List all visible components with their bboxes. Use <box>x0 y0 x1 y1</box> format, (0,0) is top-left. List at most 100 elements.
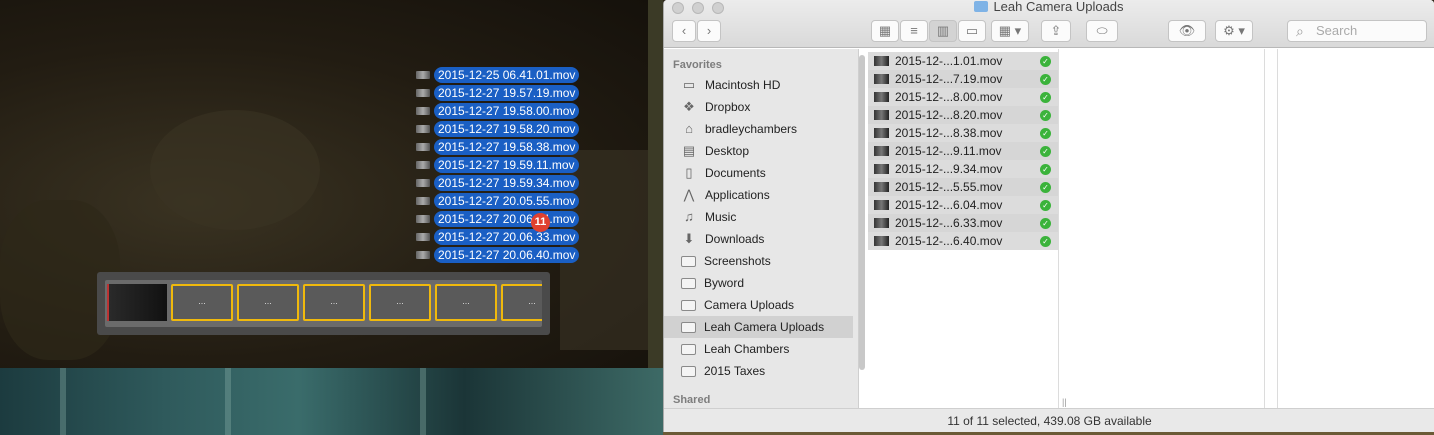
window-title-text: Leah Camera Uploads <box>993 0 1124 14</box>
tag-button[interactable]: ⬭ <box>1086 20 1118 42</box>
sidebar-item-screenshots[interactable]: Screenshots <box>664 250 858 272</box>
sync-check-icon: ✓ <box>1040 73 1051 85</box>
sidebar-item-label: Documents <box>705 166 766 180</box>
file-name: 2015-12-...5.55.mov <box>895 180 1003 194</box>
sidebar-item-byword[interactable]: Byword <box>664 272 858 294</box>
title-bar[interactable]: Leah Camera Uploads ‹ › ▦ ≡ ▥ ▭ ▦ ▾ ⇪ ⬭ … <box>664 0 1434 48</box>
back-button[interactable]: ‹ <box>672 20 696 42</box>
icon-view-button[interactable]: ▦ <box>871 20 899 42</box>
sync-check-icon: ✓ <box>1040 127 1051 139</box>
video-thumbnail-icon <box>416 125 430 133</box>
preview-column[interactable] <box>1060 49 1265 408</box>
arrange-menu-button[interactable]: ▦ ▾ <box>991 20 1029 42</box>
sidebar-item-dropbox[interactable]: ❖ Dropbox <box>664 96 858 118</box>
sidebar-item-documents[interactable]: ▯ Documents <box>664 162 858 184</box>
file-row[interactable]: 2015-12-...6.04.mov ✓ <box>868 196 1058 214</box>
column-view-button[interactable]: ▥ <box>929 20 957 42</box>
sync-check-icon: ✓ <box>1040 199 1051 211</box>
sidebar-item-label: 2015 Taxes <box>704 364 766 378</box>
file-row[interactable]: 2015-12-...9.11.mov ✓ <box>868 142 1058 160</box>
applications-icon: ⋀ <box>683 187 695 202</box>
sidebar-item-label: Byword <box>704 276 745 290</box>
file-row[interactable]: 2015-12-...9.34.mov ✓ <box>868 160 1058 178</box>
video-thumbnail-icon <box>874 56 889 66</box>
sidebar-item-bradleychambers[interactable]: ⌂ bradleychambers <box>664 118 858 140</box>
sidebar-item-2015-taxes[interactable]: 2015 Taxes <box>664 360 858 382</box>
sidebar-item-label: Leah Chambers <box>704 342 790 356</box>
dragged-file: 2015-12-27 20.06.40.mov <box>416 246 602 264</box>
video-thumbnail-icon <box>874 218 889 228</box>
folder-icon <box>681 343 696 355</box>
video-shape <box>150 110 320 230</box>
dragged-file: 2015-12-27 20.06.04.mov <box>416 210 602 228</box>
dragged-files-list[interactable]: 2015-12-25 06.41.01.mov 2015-12-27 19.57.… <box>416 66 602 264</box>
file-row[interactable]: 2015-12-...6.33.mov ✓ <box>868 214 1058 232</box>
dragged-file-name: 2015-12-27 19.59.11.mov <box>434 157 579 173</box>
file-row[interactable]: 2015-12-...7.19.mov ✓ <box>868 70 1058 88</box>
video-thumbnail-icon <box>416 89 430 97</box>
column-resize-handle[interactable]: || <box>1062 397 1067 407</box>
drag-thumbnail-placeholder: ... <box>303 284 365 321</box>
drag-thumbnail-placeholder: ... <box>237 284 299 321</box>
search-input[interactable]: Search <box>1287 20 1427 42</box>
file-row[interactable]: 2015-12-...6.40.mov ✓ <box>868 232 1058 250</box>
sync-check-icon: ✓ <box>1040 163 1051 175</box>
list-view-button[interactable]: ≡ <box>900 20 928 42</box>
folder-icon <box>681 321 696 333</box>
cover-flow-button[interactable]: ▭ <box>958 20 986 42</box>
thumbnail-row: .................. <box>105 280 542 327</box>
dropbox-icon: ❖ <box>683 99 695 114</box>
sidebar-item-camera-uploads[interactable]: Camera Uploads <box>664 294 858 316</box>
desktop-background <box>0 368 663 435</box>
sidebar-item-downloads[interactable]: ⬇ Downloads <box>664 228 858 250</box>
window-title: Leah Camera Uploads <box>664 0 1434 14</box>
video-thumbnail-icon <box>416 215 430 223</box>
file-row[interactable]: 2015-12-...8.38.mov ✓ <box>868 124 1058 142</box>
folder-icon <box>681 299 696 311</box>
file-row[interactable]: 2015-12-...8.20.mov ✓ <box>868 106 1058 124</box>
file-row[interactable]: 2015-12-...5.55.mov ✓ <box>868 178 1058 196</box>
desktop-stripe <box>420 368 426 435</box>
finder-window[interactable]: Leah Camera Uploads ‹ › ▦ ≡ ▥ ▭ ▦ ▾ ⇪ ⬭ … <box>663 0 1434 432</box>
sync-check-icon: ✓ <box>1040 55 1051 67</box>
desktop-stripe <box>60 368 66 435</box>
video-thumbnail-icon <box>416 197 430 205</box>
sidebar-item-applications[interactable]: ⋀ Applications <box>664 184 858 206</box>
file-name: 2015-12-...6.40.mov <box>895 234 1003 248</box>
video-thumbnail-icon <box>874 200 889 210</box>
file-column[interactable]: 2015-12-...1.01.mov ✓ 2015-12-...7.19.mov ✓… <box>868 49 1059 408</box>
video-thumbnail-icon <box>416 161 430 169</box>
forward-button[interactable]: › <box>697 20 721 42</box>
share-button[interactable]: ⇪ <box>1041 20 1071 42</box>
folder-icon <box>681 365 696 377</box>
dragged-file: 2015-12-27 20.05.55.mov <box>416 192 602 210</box>
file-name: 2015-12-...7.19.mov <box>895 72 1003 86</box>
sidebar-item-leah-chambers[interactable]: Leah Chambers <box>664 338 858 360</box>
file-row[interactable]: 2015-12-...1.01.mov ✓ <box>868 52 1058 70</box>
dragged-file-name: 2015-12-27 20.06.04.mov <box>434 211 580 227</box>
sidebar-item-leah-camera-uploads[interactable]: Leah Camera Uploads <box>664 316 853 338</box>
quick-look-button[interactable]: 👁 <box>1168 20 1206 42</box>
hard-drive-icon: ▭ <box>682 77 696 92</box>
folder-icon <box>681 255 696 267</box>
dragged-file-name: 2015-12-27 19.59.34.mov <box>434 175 580 191</box>
sidebar: Favorites ▭ Macintosh HD ❖ Dropbox ⌂ bradleyc… <box>664 49 859 408</box>
sidebar-item-label: Dropbox <box>705 100 751 114</box>
shared-heading: Shared <box>673 394 711 406</box>
dragged-file: 2015-12-27 19.58.38.mov <box>416 138 602 156</box>
sidebar-item-macintosh-hd[interactable]: ▭ Macintosh HD <box>664 74 858 96</box>
sidebar-item-desktop[interactable]: ▤ Desktop <box>664 140 858 162</box>
dragged-file-name: 2015-12-25 06.41.01.mov <box>434 67 580 83</box>
action-gear-button[interactable]: ⚙ ▾ <box>1215 20 1253 42</box>
sidebar-scrollbar[interactable] <box>859 55 865 370</box>
music-icon: ♫ <box>684 209 694 224</box>
empty-column[interactable] <box>1266 49 1278 408</box>
folder-icon <box>681 277 696 289</box>
dragged-file-name: 2015-12-27 20.06.40.mov <box>434 247 580 263</box>
file-list: 2015-12-...1.01.mov ✓ 2015-12-...7.19.mov ✓… <box>868 52 1058 250</box>
sidebar-item-music[interactable]: ♫ Music <box>664 206 858 228</box>
sidebar-item-label: Music <box>705 210 737 224</box>
drag-thumbnail-placeholder: ... <box>501 284 542 321</box>
file-row[interactable]: 2015-12-...8.00.mov ✓ <box>868 88 1058 106</box>
video-thumbnail-icon <box>874 164 889 174</box>
